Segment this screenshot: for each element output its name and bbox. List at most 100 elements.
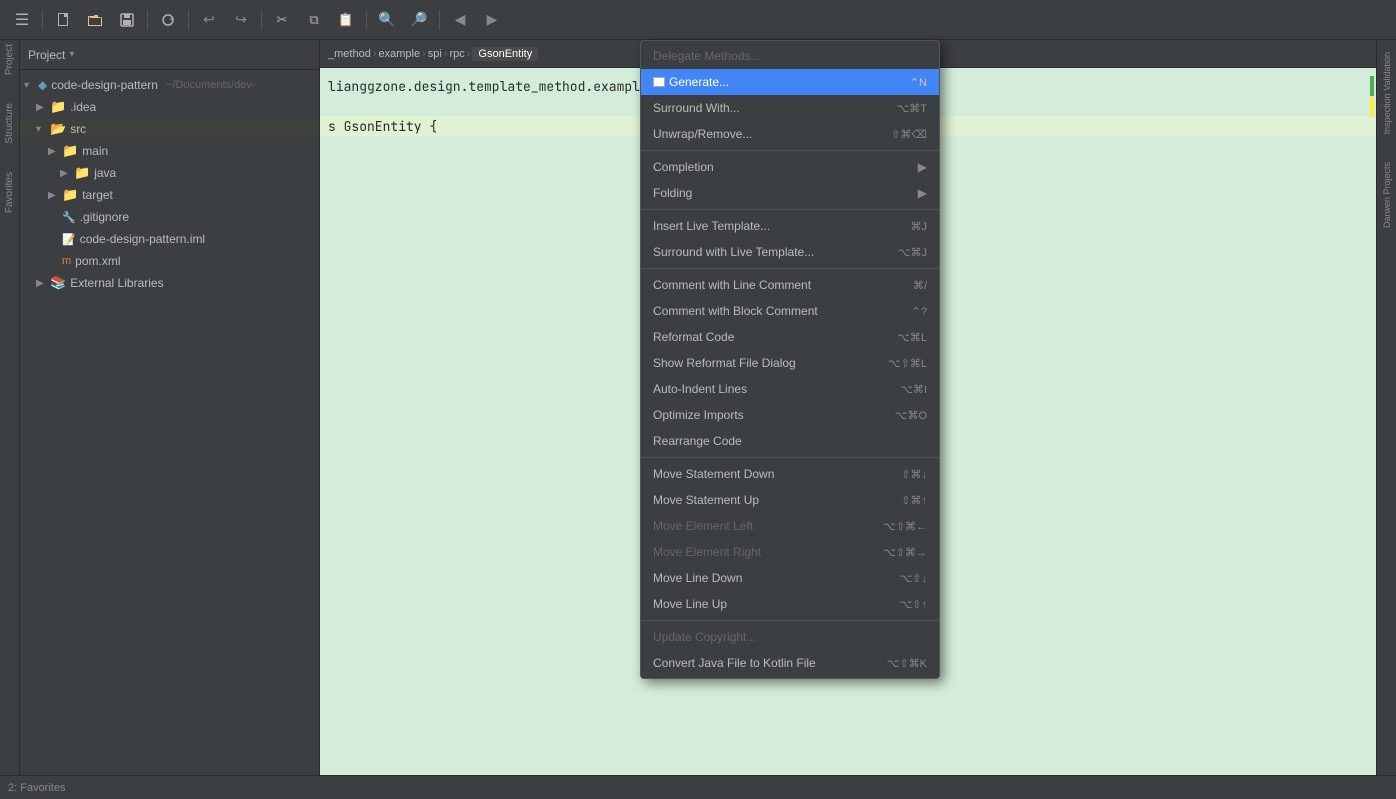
menu-item-move-elem-left[interactable]: Move Element Left ⌥⇧⌘← bbox=[641, 513, 939, 539]
cut-button[interactable]: ✂ bbox=[268, 6, 296, 34]
convert-kotlin-shortcut: ⌥⇧⌘K bbox=[887, 657, 927, 670]
left-side-tabs: Project Structure Favorites bbox=[0, 40, 20, 799]
move-stmt-up-label: Move Statement Up bbox=[653, 493, 885, 507]
breadcrumb-example[interactable]: example bbox=[378, 48, 420, 60]
editor-region: _method › example › spi › rpc › GsonEnti… bbox=[320, 40, 1376, 799]
separator-4 bbox=[261, 10, 262, 30]
folder-icon-src: 📂 bbox=[50, 121, 66, 137]
project-header: Project ▾ bbox=[20, 40, 319, 70]
tree-item-java[interactable]: ▶ 📁 java bbox=[20, 162, 319, 184]
menu-item-optimize-imports[interactable]: Optimize Imports ⌥⌘O bbox=[641, 402, 939, 428]
move-elem-left-shortcut: ⌥⇧⌘← bbox=[883, 520, 927, 533]
completion-label: Completion bbox=[653, 160, 914, 174]
undo-button[interactable]: ↩ bbox=[195, 6, 223, 34]
forward-button[interactable]: ▶ bbox=[478, 6, 506, 34]
menu-item-show-reformat[interactable]: Show Reformat File Dialog ⌥⇧⌘L bbox=[641, 350, 939, 376]
breadcrumb-rpc[interactable]: rpc bbox=[449, 48, 464, 60]
tree-item-idea[interactable]: ▶ 📁 .idea bbox=[20, 96, 319, 118]
show-reformat-label: Show Reformat File Dialog bbox=[653, 356, 872, 370]
back-button[interactable]: ◀ bbox=[446, 6, 474, 34]
darwen-tab[interactable]: Darwen Projects bbox=[1380, 158, 1394, 232]
sync-button[interactable] bbox=[154, 6, 182, 34]
tree-item-main[interactable]: ▶ 📁 main bbox=[20, 140, 319, 162]
menu-item-convert-kotlin[interactable]: Convert Java File to Kotlin File ⌥⇧⌘K bbox=[641, 650, 939, 676]
menu-item-move-stmt-down[interactable]: Move Statement Down ⇧⌘↓ bbox=[641, 461, 939, 487]
breadcrumb-spi[interactable]: spi bbox=[428, 48, 442, 60]
favorites-tab-left[interactable]: Favorites bbox=[2, 168, 17, 217]
menu-item-move-stmt-up[interactable]: Move Statement Up ⇧⌘↑ bbox=[641, 487, 939, 513]
surround-live-shortcut: ⌥⌘J bbox=[898, 246, 927, 259]
menu-item-completion[interactable]: Completion ▶ bbox=[641, 154, 939, 180]
tree-label-main: main bbox=[82, 144, 108, 158]
folder-icon-target: 📁 bbox=[62, 187, 78, 203]
comment-line-shortcut: ⌘/ bbox=[913, 279, 927, 292]
move-elem-right-label: Move Element Right bbox=[653, 545, 867, 559]
redo-button[interactable]: ↪ bbox=[227, 6, 255, 34]
new-file-button[interactable] bbox=[49, 6, 77, 34]
optimize-imports-label: Optimize Imports bbox=[653, 408, 879, 422]
menu-sep-5 bbox=[641, 620, 939, 621]
menu-item-move-line-down[interactable]: Move Line Down ⌥⇧↓ bbox=[641, 565, 939, 591]
breadcrumb-method[interactable]: _method bbox=[328, 48, 371, 60]
move-stmt-down-label: Move Statement Down bbox=[653, 467, 885, 481]
project-header-arrow[interactable]: ▾ bbox=[69, 49, 74, 60]
breadcrumb-current[interactable]: GsonEntity bbox=[472, 47, 538, 61]
tree-expand-main[interactable]: ▶ bbox=[48, 146, 58, 157]
menu-item-auto-indent[interactable]: Auto-Indent Lines ⌥⌘I bbox=[641, 376, 939, 402]
cursor-indicator bbox=[653, 77, 665, 87]
menu-button[interactable]: ☰ bbox=[8, 6, 36, 34]
tree-expand-target[interactable]: ▶ bbox=[48, 190, 58, 201]
save-button[interactable] bbox=[113, 6, 141, 34]
menu-item-generate[interactable]: Generate... ⌃N bbox=[641, 69, 939, 95]
inspection-tab[interactable]: Inspection Validation bbox=[1380, 48, 1394, 138]
comment-line-label: Comment with Line Comment bbox=[653, 278, 897, 292]
unwrap-shortcut: ⇧⌘⌫ bbox=[891, 128, 927, 141]
menu-item-folding[interactable]: Folding ▶ bbox=[641, 180, 939, 206]
tree-item-root[interactable]: ▾ ◆ code-design-pattern ~/Documents/dev- bbox=[20, 74, 319, 96]
copy-button[interactable]: ⧉ bbox=[300, 6, 328, 34]
folder-icon-idea: 📁 bbox=[50, 99, 66, 115]
delegate-methods-label: Delegate Methods... bbox=[653, 49, 911, 63]
tree-expand-root[interactable]: ▾ bbox=[24, 80, 34, 91]
menu-item-unwrap[interactable]: Unwrap/Remove... ⇧⌘⌫ bbox=[641, 121, 939, 147]
open-button[interactable] bbox=[81, 6, 109, 34]
gutter-mark-2 bbox=[1370, 97, 1374, 117]
menu-item-move-elem-right[interactable]: Move Element Right ⌥⇧⌘→ bbox=[641, 539, 939, 565]
context-menu: Delegate Methods... Generate... ⌃N Surro… bbox=[640, 40, 940, 679]
menu-item-comment-block[interactable]: Comment with Block Comment ⌃? bbox=[641, 298, 939, 324]
show-reformat-shortcut: ⌥⇧⌘L bbox=[888, 357, 927, 370]
menu-item-comment-line[interactable]: Comment with Line Comment ⌘/ bbox=[641, 272, 939, 298]
separator-3 bbox=[188, 10, 189, 30]
iml-icon: 📝 bbox=[62, 233, 76, 246]
tree-item-ext-libs[interactable]: ▶ 📚 External Libraries bbox=[20, 272, 319, 294]
tree-expand-java[interactable]: ▶ bbox=[60, 168, 70, 179]
separator-2 bbox=[147, 10, 148, 30]
tree-expand-src[interactable]: ▾ bbox=[36, 124, 46, 135]
find-button[interactable]: 🔍 bbox=[373, 6, 401, 34]
menu-item-delegate-methods[interactable]: Delegate Methods... bbox=[641, 43, 939, 69]
menu-item-move-line-up[interactable]: Move Line Up ⌥⇧↑ bbox=[641, 591, 939, 617]
tree-item-pom[interactable]: ▶ m pom.xml bbox=[20, 250, 319, 272]
menu-item-reformat[interactable]: Reformat Code ⌥⌘L bbox=[641, 324, 939, 350]
favorites-tab[interactable]: 2: Favorites bbox=[8, 782, 65, 794]
tree-item-gitignore[interactable]: ▶ 🔧 .gitignore bbox=[20, 206, 319, 228]
replace-button[interactable]: 🔎 bbox=[405, 6, 433, 34]
comment-block-label: Comment with Block Comment bbox=[653, 304, 896, 318]
menu-item-insert-live-template[interactable]: Insert Live Template... ⌘J bbox=[641, 213, 939, 239]
folding-label: Folding bbox=[653, 186, 914, 200]
tree-expand-idea[interactable]: ▶ bbox=[36, 102, 46, 113]
completion-arrow: ▶ bbox=[918, 160, 927, 174]
tree-item-iml[interactable]: ▶ 📝 code-design-pattern.iml bbox=[20, 228, 319, 250]
structure-tab[interactable]: Structure bbox=[2, 99, 17, 148]
menu-item-rearrange[interactable]: Rearrange Code bbox=[641, 428, 939, 454]
project-tab[interactable]: Project bbox=[2, 40, 17, 79]
tree-expand-ext[interactable]: ▶ bbox=[36, 278, 46, 289]
toolbar: ☰ ↩ ↪ ✂ ⧉ 📋 🔍 🔎 ◀ ▶ bbox=[0, 0, 1396, 40]
paste-button[interactable]: 📋 bbox=[332, 6, 360, 34]
tree-item-src[interactable]: ▾ 📂 src bbox=[20, 118, 319, 140]
menu-item-surround-with[interactable]: Surround With... ⌥⌘T bbox=[641, 95, 939, 121]
menu-item-update-copyright[interactable]: Update Copyright... bbox=[641, 624, 939, 650]
menu-item-surround-live-template[interactable]: Surround with Live Template... ⌥⌘J bbox=[641, 239, 939, 265]
tree-item-target[interactable]: ▶ 📁 target bbox=[20, 184, 319, 206]
tree-label-gitignore: .gitignore bbox=[80, 210, 129, 224]
